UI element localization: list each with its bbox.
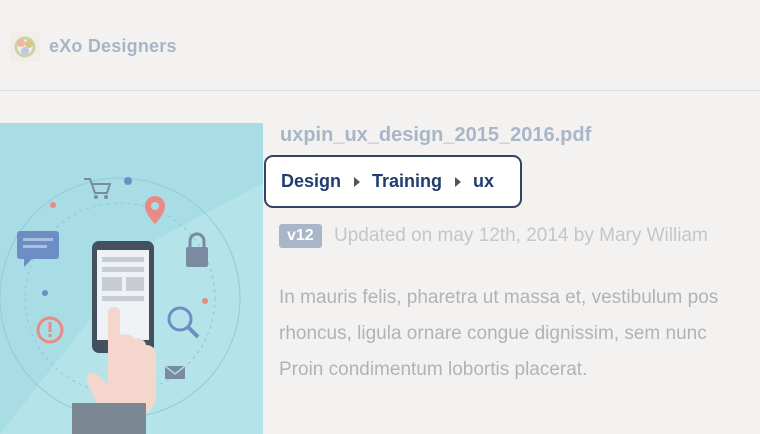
smartphone-illustration: [0, 123, 263, 434]
space-name[interactable]: eXo Designers: [49, 36, 177, 57]
description-line: In mauris felis, pharetra ut massa et, v…: [279, 287, 719, 308]
updated-info: Updated on may 12th, 2014 by Mary Willia…: [334, 225, 708, 246]
description-line: rhoncus, ligula ornare congue dignissim,…: [279, 323, 707, 344]
space-avatar-icon[interactable]: [10, 32, 40, 62]
space-header: eXo Designers: [0, 0, 760, 91]
breadcrumb-item-training[interactable]: Training: [372, 171, 442, 192]
chevron-right-icon: [455, 176, 462, 187]
document-thumbnail[interactable]: [0, 123, 263, 434]
document-description: In mauris felis, pharetra ut massa et, v…: [279, 280, 760, 388]
breadcrumb: Design Training ux: [264, 155, 522, 208]
document-title[interactable]: uxpin_ux_design_2015_2016.pdf: [280, 124, 591, 147]
breadcrumb-item-design[interactable]: Design: [281, 171, 341, 192]
description-line: Proin condimentum lobortis placerat.: [279, 359, 588, 380]
version-badge[interactable]: v12: [279, 224, 322, 248]
chevron-right-icon: [354, 176, 361, 187]
breadcrumb-item-ux[interactable]: ux: [473, 171, 494, 192]
